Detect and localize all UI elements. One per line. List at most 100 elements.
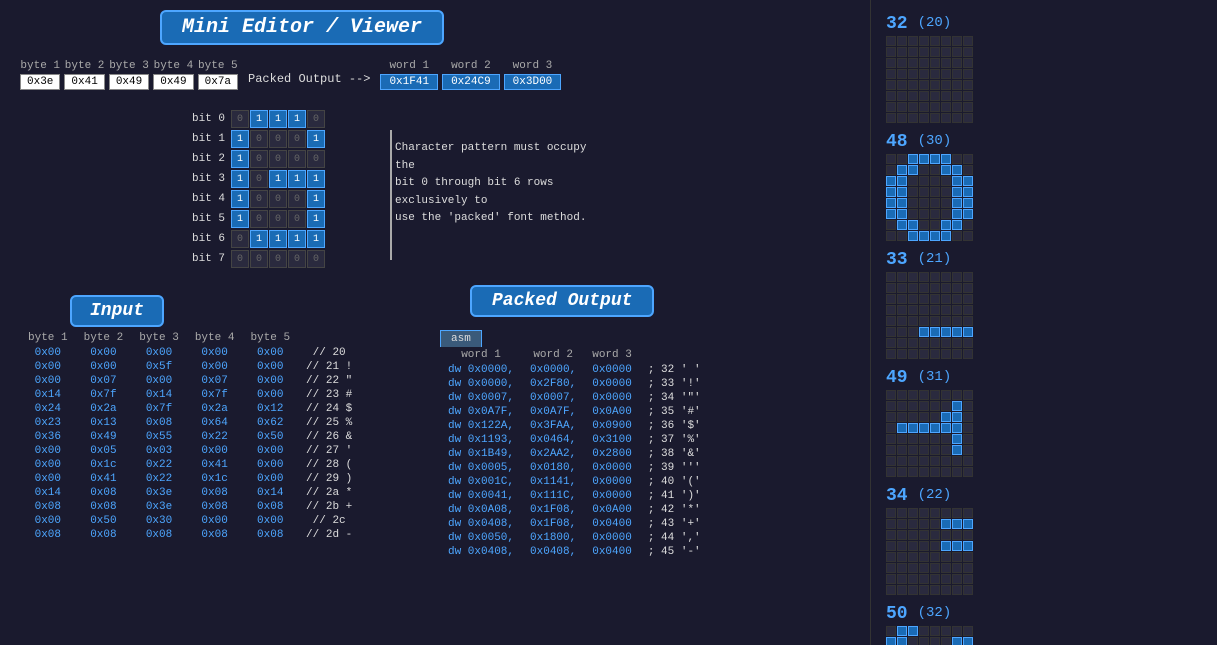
word-label-0: word 1 [389,60,429,72]
packed-cell-r0-c1: 0x0000, [522,363,584,377]
bit-cell-r2-c1[interactable]: 0 [250,150,268,168]
bit-cell-r4-c0[interactable]: 1 [231,190,249,208]
char-pixel-34-r6-c7 [963,574,973,584]
input-cell-r5-c3: 0x64 [187,416,243,430]
bit-cell-r3-c3[interactable]: 1 [288,170,306,188]
char-pixel-48-r6-c4 [930,220,940,230]
char-pixel-33-r7-c6 [952,349,962,359]
char-pixel-32-r7-c0 [886,113,896,123]
bit-cell-r7-c2[interactable]: 0 [269,250,287,268]
char-pixel-33-r1-c0 [886,283,896,293]
bit-cell-r5-c3[interactable]: 0 [288,210,306,228]
bit-cell-r5-c1[interactable]: 0 [250,210,268,228]
char-number-33: 33 [886,251,908,269]
input-cell-r0-c5: // 20 [298,346,360,360]
bit-cell-r1-c3[interactable]: 0 [288,130,306,148]
bit-cell-r1-c1[interactable]: 0 [250,130,268,148]
char-pixel-49-r3-c5 [941,423,951,433]
char-pixel-49-r0-c6 [952,390,962,400]
char-pixel-32-r5-c1 [897,91,907,101]
bit-cell-r3-c2[interactable]: 1 [269,170,287,188]
char-pixel-33-r3-c6 [952,305,962,315]
char-pixel-34-r6-c1 [897,574,907,584]
char-pixel-32-r4-c3 [919,80,929,90]
bit-cell-r2-c4[interactable]: 0 [307,150,325,168]
bit-cell-r4-c2[interactable]: 0 [269,190,287,208]
packed-cell-r3-c3: ; 35 '#' [640,405,709,419]
char-pixel-33-r1-c3 [919,283,929,293]
bit-cell-r0-c0[interactable]: 0 [231,110,249,128]
bit-cell-r0-c4[interactable]: 0 [307,110,325,128]
char-display-49: 49 (31) [886,369,1056,477]
char-pixel-49-r0-c4 [930,390,940,400]
char-paren-34: (22) [918,487,952,505]
char-pixel-33-r4-c0 [886,316,896,326]
input-row-0: 0x000x000x000x000x00// 20 [20,346,360,360]
bit-cell-r1-c4[interactable]: 1 [307,130,325,148]
bit-cell-r6-c4[interactable]: 1 [307,230,325,248]
bit-cell-r3-c1[interactable]: 0 [250,170,268,188]
char-pixel-49-r5-c7 [963,445,973,455]
bit-cell-r6-c3[interactable]: 1 [288,230,306,248]
input-cell-r1-c2: 0x5f [131,360,187,374]
bit-cell-r0-c1[interactable]: 1 [250,110,268,128]
char-pixel-34-r4-c7 [963,552,973,562]
char-pixel-48-r5-c2 [908,209,918,219]
char-pixel-32-r4-c4 [930,80,940,90]
byte-value-3[interactable]: 0x49 [153,74,193,90]
packed-cell-r0-c0: dw 0x0000, [440,363,522,377]
char-pixel-33-r6-c1 [897,338,907,348]
char-pixel-49-r0-c5 [941,390,951,400]
input-cell-r8-c5: // 28 ( [298,458,360,472]
bit-cell-r5-c0[interactable]: 1 [231,210,249,228]
byte-value-0[interactable]: 0x3e [20,74,60,90]
bit-cell-r0-c3[interactable]: 1 [288,110,306,128]
char-pixel-32-r2-c1 [897,58,907,68]
packed-row-2: dw 0x0007,0x0007,0x0000; 34 '"' [440,391,709,405]
char-pixel-33-r2-c1 [897,294,907,304]
bit-cell-r2-c3[interactable]: 0 [288,150,306,168]
bit-cell-r4-c1[interactable]: 0 [250,190,268,208]
bit-cell-r7-c3[interactable]: 0 [288,250,306,268]
bit-cell-r7-c0[interactable]: 0 [231,250,249,268]
input-cell-r2-c3: 0x07 [187,374,243,388]
bit-cell-r2-c0[interactable]: 1 [231,150,249,168]
packed-cell-r13-c3: ; 45 '-' [640,545,709,559]
char-pixel-33-r4-c5 [941,316,951,326]
packed-cell-r12-c2: 0x0000 [584,531,640,545]
bit-cell-r3-c4[interactable]: 1 [307,170,325,188]
bit-cell-r4-c3[interactable]: 0 [288,190,306,208]
bit-cell-r4-c4[interactable]: 1 [307,190,325,208]
bit-cell-r7-c1[interactable]: 0 [250,250,268,268]
packed-cell-r1-c1: 0x2F80, [522,377,584,391]
bit-cell-r1-c2[interactable]: 0 [269,130,287,148]
bit-cell-r5-c4[interactable]: 1 [307,210,325,228]
bit-cell-r7-c4[interactable]: 0 [307,250,325,268]
char-pixel-49-r7-c4 [930,467,940,477]
char-pixel-49-r3-c7 [963,423,973,433]
bit-cell-r6-c2[interactable]: 1 [269,230,287,248]
char-pixel-34-r5-c1 [897,563,907,573]
bit-cell-r1-c0[interactable]: 1 [231,130,249,148]
bit-cell-r0-c2[interactable]: 1 [269,110,287,128]
char-pixel-34-r5-c7 [963,563,973,573]
bit-cell-r6-c0[interactable]: 0 [231,230,249,248]
bit-cell-r5-c2[interactable]: 0 [269,210,287,228]
char-pixel-32-r6-c6 [952,102,962,112]
char-pixel-34-r2-c1 [897,530,907,540]
asm-tab[interactable]: asm [440,330,482,347]
input-row-10: 0x140x080x3e0x080x14// 2a * [20,486,360,500]
input-cell-r1-c0: 0x00 [20,360,76,374]
char-pixel-33-r7-c3 [919,349,929,359]
char-pixel-48-r0-c3 [919,154,929,164]
bit-cell-r2-c2[interactable]: 0 [269,150,287,168]
bit-cell-r3-c0[interactable]: 1 [231,170,249,188]
char-pixel-34-r7-c4 [930,585,940,595]
byte-value-1[interactable]: 0x41 [64,74,104,90]
char-pixel-32-r0-c0 [886,36,896,46]
char-pixel-49-r6-c5 [941,456,951,466]
byte-value-4[interactable]: 0x7a [198,74,238,90]
input-cell-r1-c1: 0x00 [76,360,132,374]
byte-value-2[interactable]: 0x49 [109,74,149,90]
bit-cell-r6-c1[interactable]: 1 [250,230,268,248]
